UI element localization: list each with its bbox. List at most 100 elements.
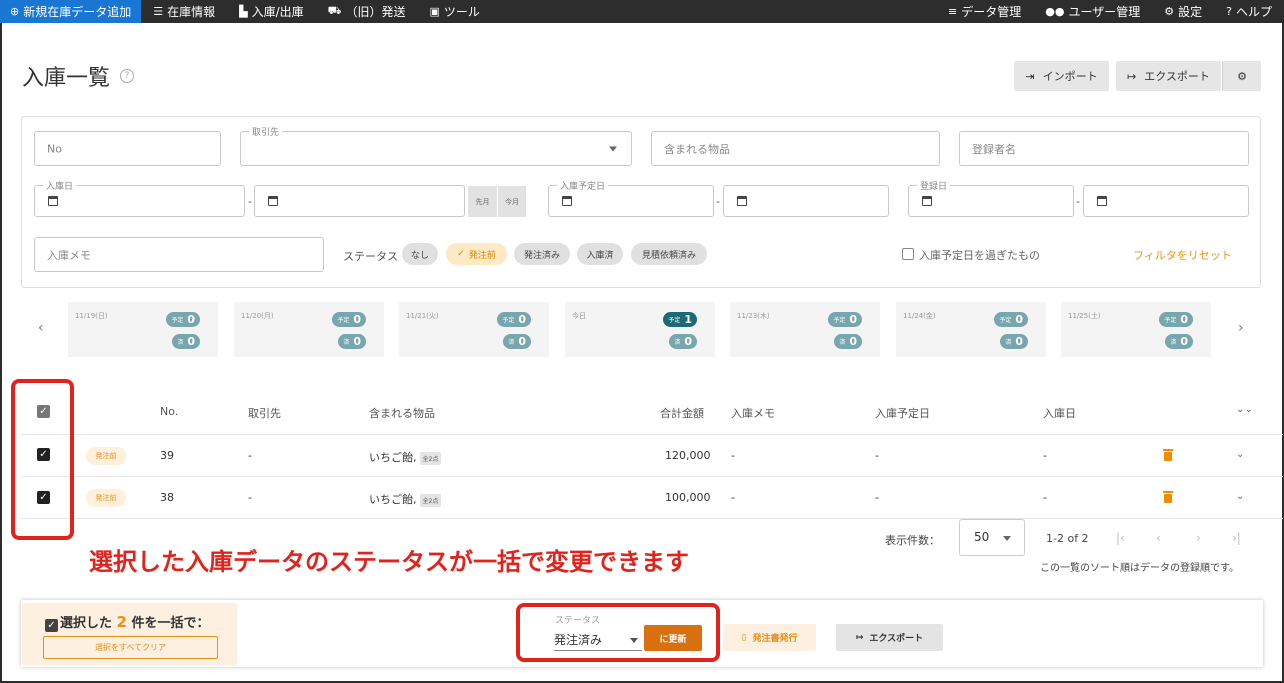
status-chip-before-order[interactable]: ✓ 発注前 [446,243,507,265]
bulk-export-button[interactable]: ↦ エクスポート [836,624,943,651]
export-icon: ↦ [1127,69,1137,83]
receipt-date-from[interactable]: 入庫日 [34,179,245,217]
calendar-day-card[interactable]: 11/20(月) 予定 0 済 0 [234,302,384,357]
nav-settings[interactable]: ⚙ 設定 [1152,0,1214,23]
calendar-day-card[interactable]: 11/24(金) 予定 0 済 0 [896,302,1046,357]
column-header-planned[interactable]: 入庫予定日 [875,405,930,421]
import-icon: ⇥ [1025,69,1035,83]
registered-date-from[interactable]: 登録日 [908,179,1074,217]
calendar-day-card[interactable]: 11/25(土) 予定 0 済 0 [1061,302,1211,357]
cell-total: 120,000 [665,449,711,462]
last-month-button[interactable]: 先月 [468,186,497,217]
planned-count-pill: 予定 0 [332,312,366,327]
calendar-prev-arrow[interactable]: ‹ [38,320,44,336]
calendar-day-card[interactable]: 今日 予定 1 済 0 [565,302,715,357]
cell-no: 39 [160,449,174,462]
done-count-pill: 済0 [503,334,531,349]
nav-data-management[interactable]: ≡ データ管理 [936,0,1033,23]
help-circle-icon[interactable]: ? [120,69,135,83]
nav-user-management[interactable]: ●● ユーザー管理 [1033,0,1152,23]
users-icon: ●● [1045,5,1065,18]
cell-planned: - [875,449,879,462]
qty-tag: 全2点 [419,493,442,507]
reset-filter-link[interactable]: フィルタをリセット [1133,247,1232,263]
column-header-received[interactable]: 入庫日 [1043,405,1076,421]
planned-count-pill: 予定 0 [497,312,531,327]
clear-selection-button[interactable]: 選択をすべてクリア [43,636,218,659]
chevron-down-icon[interactable]: ⌄ [1236,491,1244,502]
day-label: 11/21(火) [406,312,439,320]
per-page-label: 表示件数： [885,534,940,547]
export-button[interactable]: ↦ エクスポート [1116,61,1221,91]
calendar-icon [737,196,747,206]
per-page-select[interactable]: 50 [959,519,1025,556]
this-month-button[interactable]: 今月 [498,186,526,217]
done-count-pill: 済0 [834,334,862,349]
calendar-day-card[interactable]: 11/21(火) 予定 0 済 0 [399,302,549,357]
registered-date-to[interactable] [1083,185,1249,217]
nav-new-stock[interactable]: ⊕ 新規在庫データ追加 [0,0,142,23]
registrant-input[interactable]: 登録者名 [959,131,1249,166]
status-chip-received[interactable]: 入庫済 [577,243,623,265]
calendar-day-card[interactable]: 11/19(日) 予定 0 済 0 [68,302,218,357]
receipt-date-to[interactable] [254,185,465,217]
import-button[interactable]: ⇥ インポート [1014,61,1109,91]
date-separator: - [1076,195,1080,208]
no-input[interactable]: No [34,131,221,166]
column-header-total[interactable]: 合計金額 [660,405,704,421]
planned-count-pill: 予定 0 [828,312,862,327]
nav-old-shipping[interactable]: ⛟ （旧）発送 [316,0,418,23]
nav-in-out[interactable]: ▙ 入庫/出庫 [227,0,316,23]
check-icon: ✓ [457,249,465,259]
status-chip-none[interactable]: なし [402,243,438,265]
nav-help[interactable]: ? ヘルプ [1214,0,1284,23]
column-header-no[interactable]: No. [160,405,178,418]
pager-range: 1-2 of 2 [1046,532,1089,545]
plus-circle-icon: ⊕ [10,5,20,18]
done-count-pill: 済0 [1000,334,1028,349]
export-settings-button[interactable]: ⚙ [1222,61,1261,91]
partner-select[interactable]: 取引先 [240,125,632,166]
cell-no: 38 [160,491,174,504]
bulk-status-select[interactable]: 発注済み [554,628,642,651]
next-page-icon[interactable]: › [1196,531,1201,545]
trash-icon[interactable] [1163,449,1173,461]
top-nav: ⊕ 新規在庫データ追加 ☰ 在庫情報 ▙ 入庫/出庫 ⛟ （旧）発送 ▣ ツール… [0,0,1284,23]
status-chip-ordered[interactable]: 発注済み [514,243,570,265]
status-badge: 発注前 [86,447,126,465]
done-count-pill: 済0 [172,334,200,349]
memo-input[interactable]: 入庫メモ [34,237,324,272]
calendar-icon [268,196,278,206]
nav-stock-info[interactable]: ☰ 在庫情報 [141,0,227,23]
nav-tools[interactable]: ▣ ツール [418,0,492,23]
status-badge: 発注前 [86,489,126,507]
items-input[interactable]: 含まれる物品 [651,131,940,166]
cell-memo: - [731,449,735,462]
calendar-day-card[interactable]: 11/23(木) 予定 0 済 0 [730,302,880,357]
status-chip-quote-requested[interactable]: 見積依頼済み [631,243,707,265]
chevron-down-icon[interactable]: ⌄ [1236,449,1244,460]
prev-page-icon[interactable]: ‹ [1156,531,1161,545]
page-title: 入庫一覧 ? [22,60,135,92]
row-divider [21,434,1283,435]
column-header-partner[interactable]: 取引先 [248,405,281,421]
export-icon: ↦ [855,632,864,643]
column-header-items[interactable]: 含まれる物品 [369,405,435,421]
issue-order-button[interactable]: ▯ 発注書発行 [723,624,816,651]
list-icon: ☰ [153,5,164,18]
past-due-checkbox[interactable] [902,248,914,260]
calendar-next-arrow[interactable]: › [1238,320,1244,336]
last-page-icon[interactable]: ›| [1232,531,1241,545]
expand-all-icon[interactable]: ⌄⌄ [1236,404,1253,415]
day-label: 11/20(月) [241,312,274,320]
planned-date-from[interactable]: 入庫予定日 [548,179,714,217]
update-status-button[interactable]: に更新 [644,625,702,651]
caret-down-icon [630,638,638,643]
checkbox-checked-icon: ✓ [45,619,58,632]
first-page-icon[interactable]: |‹ [1116,531,1125,545]
cell-planned: - [875,491,879,504]
planned-date-to[interactable] [723,185,889,217]
column-header-memo[interactable]: 入庫メモ [731,405,775,421]
done-count-pill: 済0 [1165,334,1193,349]
trash-icon[interactable] [1163,491,1173,503]
